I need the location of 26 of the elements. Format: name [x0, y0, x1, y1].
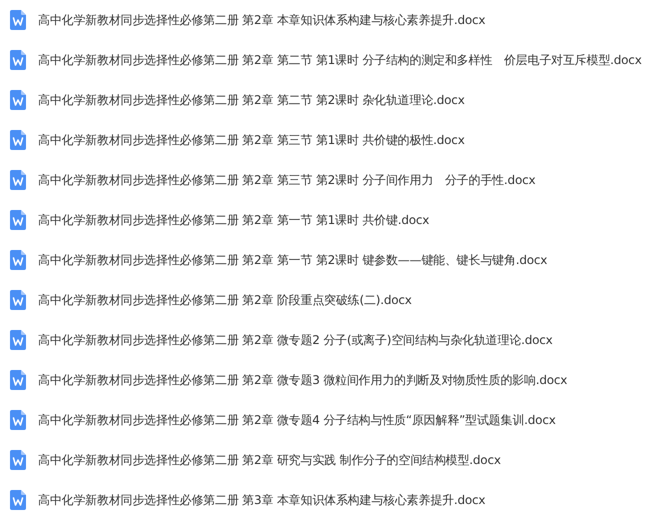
file-name[interactable]: 高中化学新教材同步选择性必修第二册 第2章 第三节 第1课时 共价键的极性.docx: [38, 131, 465, 149]
file-name[interactable]: 高中化学新教材同步选择性必修第二册 第2章 阶段重点突破练(二).docx: [38, 291, 412, 309]
word-document-icon: [10, 130, 26, 150]
word-document-icon: [10, 330, 26, 350]
file-name[interactable]: 高中化学新教材同步选择性必修第二册 第2章 第三节 第2课时 分子间作用力 分子的手性.docx: [38, 171, 536, 189]
word-document-icon: [10, 90, 26, 110]
file-name[interactable]: 高中化学新教材同步选择性必修第二册 第2章 微专题4 分子结构与性质“原因解释”型试题集训.docx: [38, 411, 556, 429]
word-document-icon: [10, 490, 26, 510]
word-document-icon: [10, 290, 26, 310]
word-document-icon: [10, 370, 26, 390]
word-document-icon: [10, 410, 26, 430]
word-document-icon: [10, 450, 26, 470]
file-name[interactable]: 高中化学新教材同步选择性必修第二册 第2章 第一节 第2课时 键参数——键能、键长与键角.docx: [38, 251, 548, 269]
word-document-icon: [10, 250, 26, 270]
file-name[interactable]: 高中化学新教材同步选择性必修第二册 第2章 第一节 第1课时 共价键.docx: [38, 211, 430, 229]
file-name[interactable]: 高中化学新教材同步选择性必修第二册 第2章 研究与实践 制作分子的空间结构模型.docx: [38, 451, 501, 469]
file-name[interactable]: 高中化学新教材同步选择性必修第二册 第2章 第二节 第2课时 杂化轨道理论.docx: [38, 91, 465, 109]
word-document-icon: [10, 10, 26, 30]
word-document-icon: [10, 170, 26, 190]
word-document-icon: [10, 50, 26, 70]
file-name[interactable]: 高中化学新教材同步选择性必修第二册 第2章 微专题2 分子(或离子)空间结构与杂化轨道理论.docx: [38, 331, 553, 349]
word-document-icon: [10, 210, 26, 230]
file-name[interactable]: 高中化学新教材同步选择性必修第二册 第2章 第二节 第1课时 分子结构的测定和多样性 价层电子对互斥模型.docx: [38, 51, 642, 69]
file-name[interactable]: 高中化学新教材同步选择性必修第二册 第2章 本章知识体系构建与核心素养提升.docx: [38, 11, 486, 29]
file-name[interactable]: 高中化学新教材同步选择性必修第二册 第3章 本章知识体系构建与核心素养提升.docx: [38, 491, 486, 509]
file-name[interactable]: 高中化学新教材同步选择性必修第二册 第2章 微专题3 微粒间作用力的判断及对物质性质的影响.docx: [38, 371, 568, 389]
